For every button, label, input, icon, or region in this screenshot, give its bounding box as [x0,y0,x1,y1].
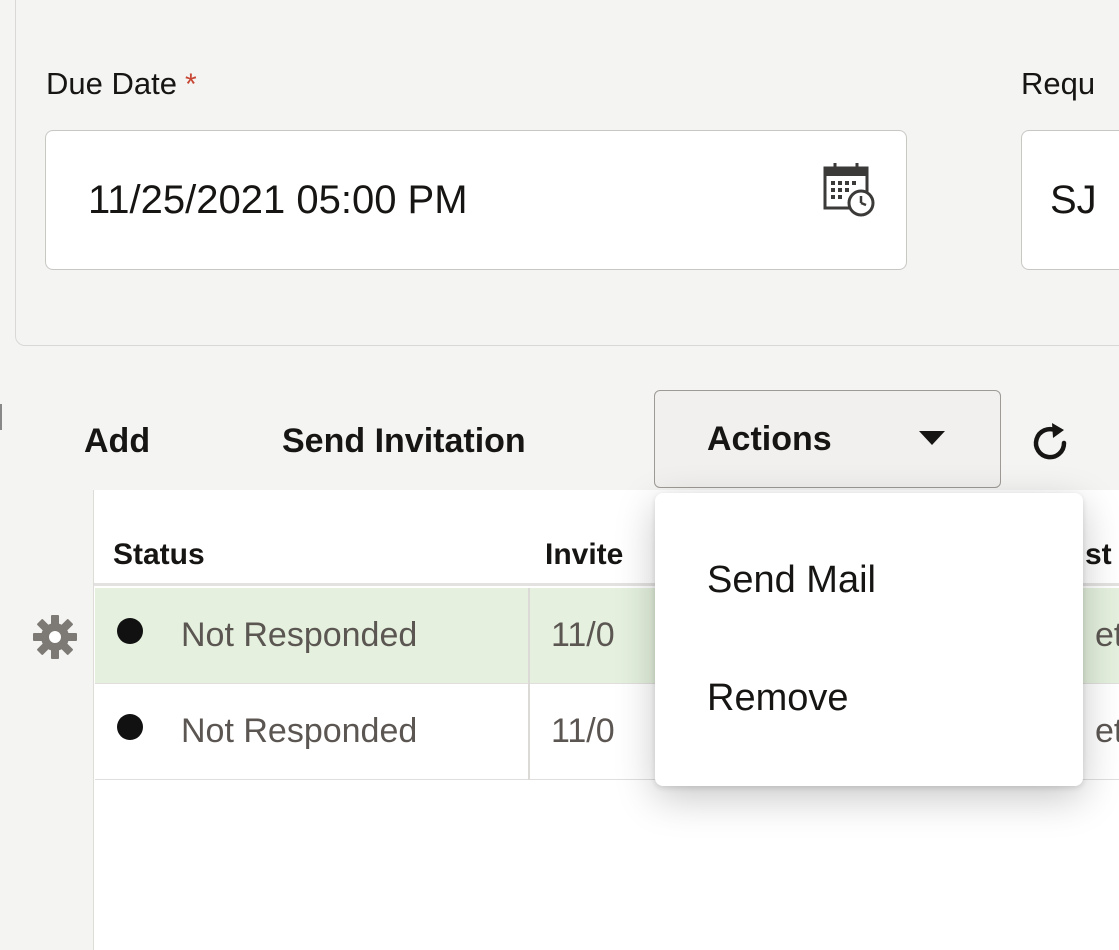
cell-divider [528,684,530,780]
due-date-label: Due Date * [46,66,197,101]
actions-menu: Send Mail Remove [655,493,1083,786]
menu-item-remove[interactable]: Remove [707,677,849,720]
status-dot-icon [117,618,143,644]
invited-cell: 11/0 [551,712,615,750]
second-field[interactable]: SJ [1021,130,1119,270]
column-header-status[interactable]: Status [113,538,205,572]
invited-cell: 11/0 [551,616,615,654]
calendar-clock-icon[interactable] [822,161,876,217]
gear-icon[interactable] [30,612,80,662]
add-button[interactable]: Add [84,422,150,461]
edge-divider [0,404,8,430]
required-indicator: * [184,68,197,101]
edge-cell: et [1095,712,1119,750]
column-header-invited[interactable]: Invite [545,538,623,572]
edge-cell: et [1095,616,1119,654]
status-cell: Not Responded [181,616,418,654]
send-invitation-button[interactable]: Send Invitation [282,422,526,461]
column-header-edge[interactable]: st [1085,538,1112,572]
actions-button[interactable]: Actions [654,390,1001,488]
due-date-field[interactable]: 11/25/2021 05:00 PM [45,130,907,270]
actions-label: Actions [707,419,832,458]
caret-down-icon [919,431,945,445]
status-cell: Not Responded [181,712,418,750]
status-dot-icon [117,714,143,740]
cell-divider [528,588,530,684]
second-field-label: Requ [1021,66,1096,101]
refresh-icon[interactable] [1028,421,1072,465]
menu-item-send-mail[interactable]: Send Mail [707,559,876,602]
second-field-value: SJ [1050,177,1097,222]
due-date-value: 11/25/2021 05:00 PM [88,177,468,222]
